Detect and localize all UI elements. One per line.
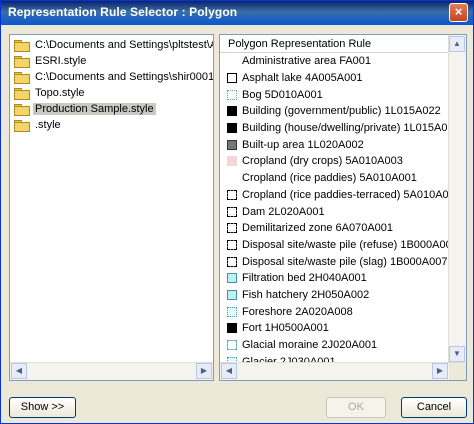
- cancel-button[interactable]: Cancel: [401, 397, 467, 418]
- symbol-swatch-icon: [227, 189, 237, 200]
- title-bar[interactable]: Representation Rule Selector : Polygon ×: [1, 1, 473, 25]
- rule-row[interactable]: Built-up area 1L020A002: [220, 136, 449, 153]
- scroll-up-icon[interactable]: ▲: [449, 36, 465, 52]
- rule-row[interactable]: Dam 2L020A001: [220, 203, 449, 220]
- symbol-swatch-icon: [227, 289, 237, 300]
- symbol-swatch-icon: [227, 73, 237, 84]
- tree-item[interactable]: .style: [10, 117, 213, 133]
- symbol-swatch-icon: [227, 89, 237, 100]
- rule-row[interactable]: Filtration bed 2H040A001: [220, 270, 449, 287]
- rule-label: Cropland (rice paddies-terraced) 5A010A0…: [242, 188, 449, 201]
- rule-label: Bog 5D010A001: [242, 88, 323, 101]
- rule-row[interactable]: Asphalt lake 4A005A001: [220, 70, 449, 87]
- tree-item[interactable]: ESRI.style: [10, 53, 213, 69]
- folder-icon: [14, 39, 30, 52]
- rule-row[interactable]: Cropland (rice paddies) 5A010A001: [220, 170, 449, 187]
- rule-row[interactable]: Fort 1H0500A001: [220, 320, 449, 337]
- rules-panel: Polygon Representation Rule Administrati…: [219, 34, 467, 381]
- rule-row[interactable]: Glacial moraine 2J020A001: [220, 337, 449, 354]
- rule-label: Building (house/dwelling/private) 1L015A…: [242, 122, 449, 135]
- rule-label: Asphalt lake 4A005A001: [242, 72, 363, 85]
- rule-label: Glacial moraine 2J020A001: [242, 339, 378, 352]
- rule-label: Fish hatchery 2H050A002: [242, 288, 370, 301]
- rule-label: Dam 2L020A001: [242, 205, 325, 218]
- folder-icon: [14, 71, 30, 84]
- tree-item-label: ESRI.style: [35, 55, 87, 67]
- rule-row[interactable]: Foreshore 2A020A008: [220, 303, 449, 320]
- tree-item-label: Topo.style: [35, 87, 85, 99]
- symbol-swatch-icon: [227, 323, 237, 334]
- scrollbar-corner: [449, 363, 466, 380]
- folder-icon: [14, 87, 30, 100]
- rule-row[interactable]: Administrative area FA001: [220, 53, 449, 70]
- rule-label: Building (government/public) 1L015A022: [242, 105, 441, 118]
- symbol-swatch-icon: [227, 340, 237, 351]
- rule-row[interactable]: Disposal site/waste pile (refuse) 1B000A…: [220, 237, 449, 254]
- symbol-swatch-icon: [227, 306, 237, 317]
- scroll-left-icon[interactable]: ◀: [221, 363, 237, 379]
- window-title: Representation Rule Selector : Polygon: [8, 5, 238, 19]
- scroll-right-icon[interactable]: ▶: [432, 363, 448, 379]
- tree-item[interactable]: C:\Documents and Settings\shir0001\App: [10, 69, 213, 85]
- close-icon[interactable]: ×: [449, 3, 468, 22]
- rule-row[interactable]: Fish hatchery 2H050A002: [220, 287, 449, 304]
- rules-horizontal-scrollbar[interactable]: ◀ ▶: [220, 362, 466, 380]
- rule-row[interactable]: Building (house/dwelling/private) 1L015A…: [220, 120, 449, 137]
- rules-column-header[interactable]: Polygon Representation Rule: [220, 35, 449, 53]
- rule-row[interactable]: Bog 5D010A001: [220, 86, 449, 103]
- symbol-swatch-icon: [227, 106, 237, 117]
- rule-label: Disposal site/waste pile (slag) 1B000A00…: [242, 255, 448, 268]
- folder-icon: [14, 103, 30, 116]
- ok-button[interactable]: OK: [326, 397, 386, 418]
- symbol-swatch-icon: [227, 273, 237, 284]
- rule-label: Disposal site/waste pile (refuse) 1B000A…: [242, 238, 449, 251]
- rule-label: Foreshore 2A020A008: [242, 305, 353, 318]
- scroll-down-icon[interactable]: ▼: [449, 346, 465, 362]
- symbol-swatch-icon: [227, 173, 237, 183]
- scroll-right-icon[interactable]: ▶: [196, 363, 212, 379]
- tree-item[interactable]: Production Sample.style: [10, 101, 213, 117]
- scroll-left-icon[interactable]: ◀: [11, 363, 27, 379]
- symbol-swatch-icon: [227, 123, 237, 134]
- rule-label: Filtration bed 2H040A001: [242, 272, 367, 285]
- rule-row[interactable]: Building (government/public) 1L015A022: [220, 103, 449, 120]
- rule-label: Cropland (rice paddies) 5A010A001: [242, 172, 417, 185]
- show-button[interactable]: Show >>: [9, 397, 76, 418]
- style-tree-panel: C:\Documents and Settings\pltstest\Appli…: [9, 34, 214, 381]
- rules-list: Administrative area FA001 Asphalt lake 4A…: [220, 53, 449, 363]
- tree-item[interactable]: Topo.style: [10, 85, 213, 101]
- rules-vertical-scrollbar[interactable]: ▲ ▼: [448, 35, 466, 363]
- rule-label: Administrative area FA001: [242, 55, 372, 68]
- rule-label: Fort 1H0500A001: [242, 322, 329, 335]
- symbol-swatch-icon: [227, 206, 237, 217]
- rule-label: Built-up area 1L020A002: [242, 138, 364, 151]
- folder-icon: [14, 119, 30, 132]
- dialog-window: Representation Rule Selector : Polygon ×…: [0, 0, 474, 424]
- symbol-swatch-icon: [227, 139, 237, 150]
- rule-row[interactable]: Cropland (dry crops) 5A010A003: [220, 153, 449, 170]
- symbol-swatch-icon: [227, 56, 237, 66]
- folder-icon: [14, 55, 30, 68]
- rule-row[interactable]: Demilitarized zone 6A070A001: [220, 220, 449, 237]
- symbol-swatch-icon: [227, 156, 237, 167]
- rule-row[interactable]: Cropland (rice paddies-terraced) 5A010A0…: [220, 187, 449, 204]
- style-tree: C:\Documents and Settings\pltstest\Appli…: [10, 35, 213, 363]
- symbol-swatch-icon: [227, 239, 237, 250]
- tree-item-label: C:\Documents and Settings\pltstest\Appli: [35, 39, 213, 51]
- tree-item-label: .style: [35, 119, 61, 131]
- rule-label: Cropland (dry crops) 5A010A003: [242, 155, 403, 168]
- rule-row[interactable]: Disposal site/waste pile (slag) 1B000A00…: [220, 253, 449, 270]
- tree-horizontal-scrollbar[interactable]: ◀ ▶: [10, 362, 213, 380]
- tree-item-label: C:\Documents and Settings\shir0001\App: [35, 71, 213, 83]
- rule-label: Demilitarized zone 6A070A001: [242, 222, 394, 235]
- symbol-swatch-icon: [227, 256, 237, 267]
- symbol-swatch-icon: [227, 223, 237, 234]
- tree-item-label: Production Sample.style: [33, 103, 156, 115]
- tree-item[interactable]: C:\Documents and Settings\pltstest\Appli: [10, 37, 213, 53]
